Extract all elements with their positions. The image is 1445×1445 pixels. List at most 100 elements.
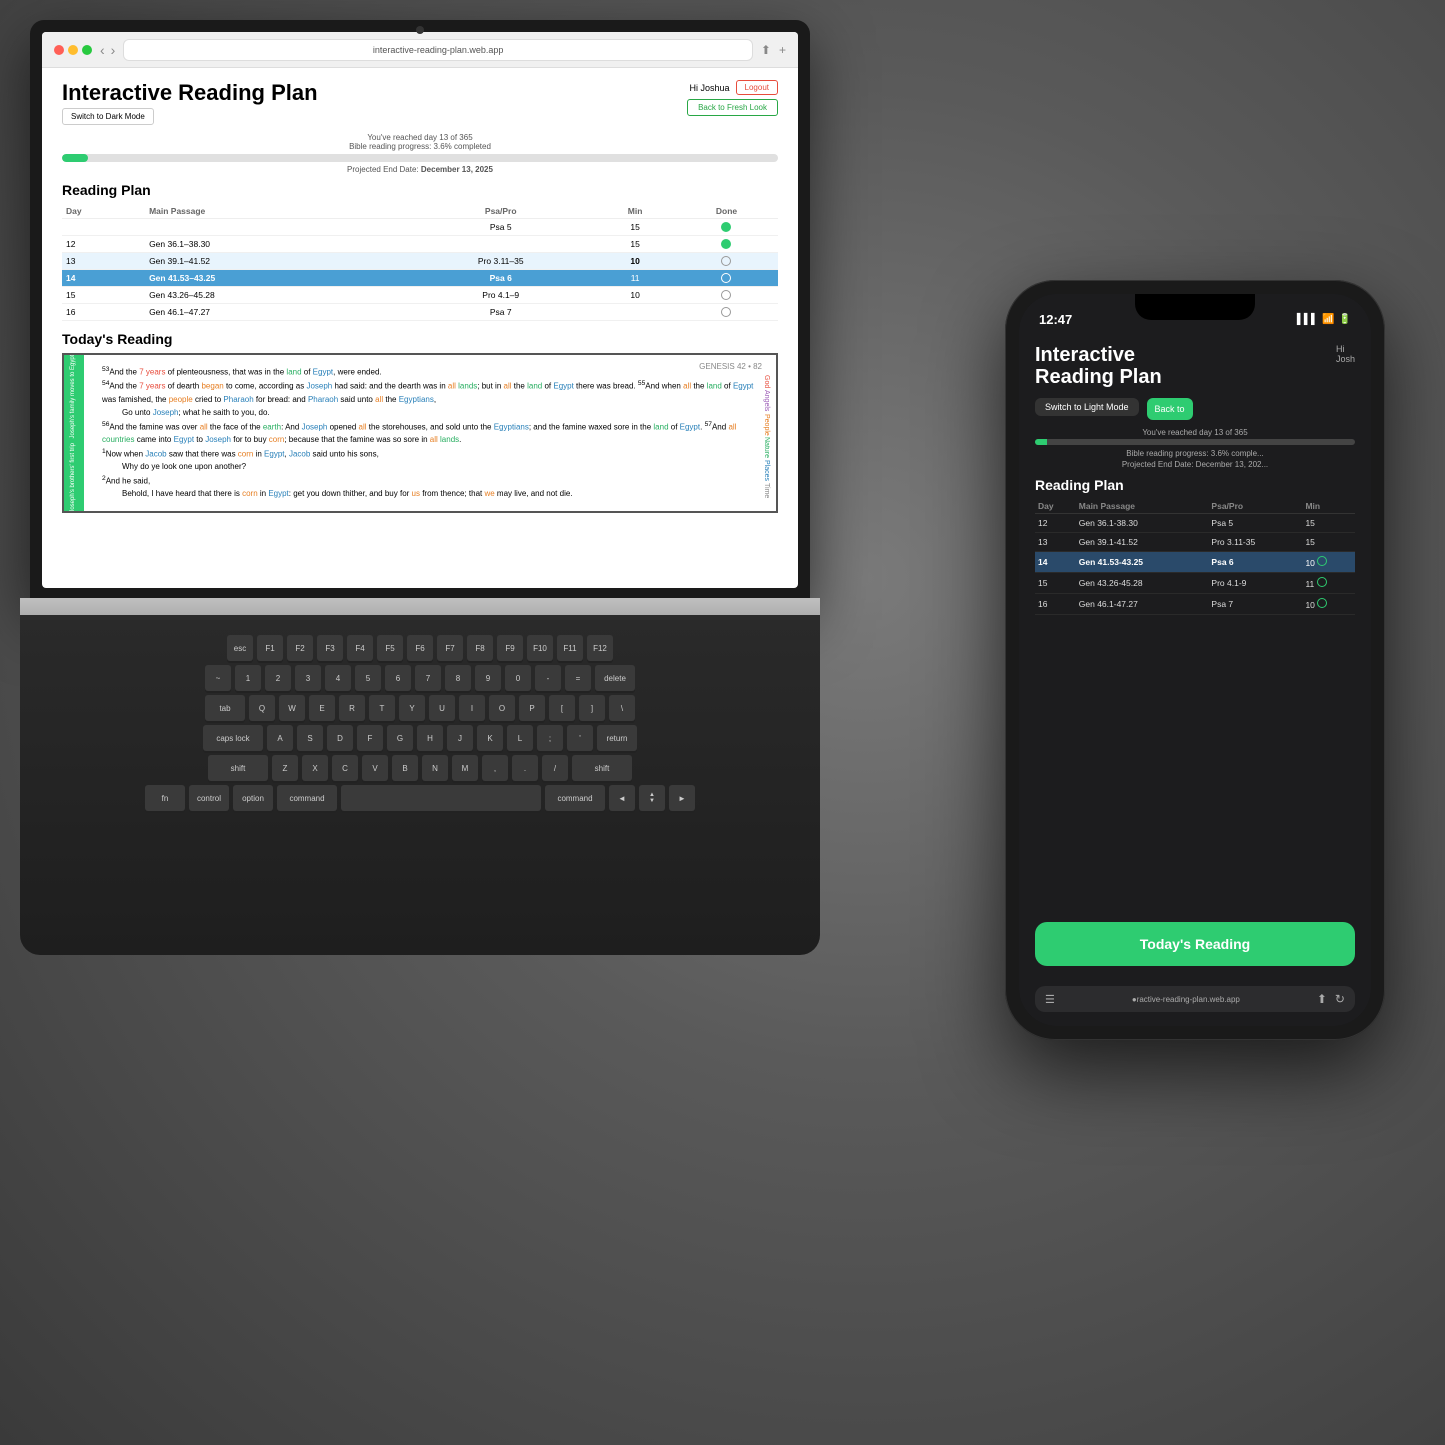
side-label-places: Places [761,460,772,481]
done-circle [721,307,731,317]
table-row: 12 Gen 36.1–38.30 15 [62,236,778,253]
app-title-area: Interactive Reading Plan Switch to Dark … [62,80,318,125]
phone-switch-mode-button[interactable]: Switch to Light Mode [1035,398,1139,416]
phone-app: 12:47 ▌▌▌ 📶 🔋 InteractiveReading Plan [1019,294,1371,1026]
minimize-window-button[interactable] [68,45,78,55]
reading-content: Joseph's family moves to Egypt! Joseph's… [62,353,778,513]
side-label-nature: Nature [761,437,772,458]
table-row-current[interactable]: 14 Gen 41.53–43.25 Psa 6 11 [62,270,778,287]
reading-plan-table: Day Main Passage Psa/Pro Min Done [62,204,778,321]
user-greeting: Hi Joshua [690,83,730,93]
side-labels-area: God Angels People Nature Places Time [761,375,772,499]
signal-icon: ▌▌▌ [1297,314,1318,325]
logout-button[interactable]: Logout [736,80,778,95]
todays-reading-button[interactable]: Today's Reading [1035,922,1355,966]
phone-progress-text: You've reached day 13 of 365 [1035,428,1355,437]
url-bar[interactable]: interactive-reading-plan.web.app [123,39,753,61]
table-row: 16 Gen 46.1–47.27 Psa 7 [62,304,778,321]
reading-verse: 2And he said, [102,474,762,488]
side-label-angels: Angels [761,390,772,411]
dark-mode-button[interactable]: Switch to Dark Mode [62,108,154,125]
phone-progress-fill [1035,439,1047,445]
laptop-camera [416,26,424,34]
app-content-area: Interactive Reading Plan Switch to Dark … [42,68,798,588]
phone-time: 12:47 [1039,312,1072,327]
reading-verse: 53And the 7 years of plenteousness, that… [102,365,762,379]
key-esc[interactable]: esc [227,635,253,661]
col-done: Done [675,204,778,219]
phone-table-row: 15 Gen 43.26-45.28 Pro 4.1-9 11 [1035,573,1355,594]
reading-verse: 54And the 7 years of dearth began to com… [102,379,762,406]
done-dot [721,222,731,232]
done-circle [721,273,731,283]
done-circle [721,290,731,300]
browser-navigation: ‹ › [100,42,115,58]
phone-refresh-icon[interactable]: ↻ [1335,992,1345,1006]
phone-projected-date: Projected End Date: December 13, 202... [1035,460,1355,469]
phone-header-right: HiJosh [1336,344,1355,364]
header-right: Hi Joshua Logout Back to Fresh Look [687,80,778,116]
phone-user-greeting: HiJosh [1336,344,1355,364]
reading-text-area: GENESIS 42 • 82 53And the 7 years of ple… [102,365,762,501]
phone-reading-table: Day Main Passage Psa/Pro Min 12 Gen 36.1… [1035,499,1355,615]
phone-browser-icons: ⬆ ↻ [1317,992,1345,1006]
reading-quote: Behold, I have heard that there is corn … [102,488,762,501]
table-row: Psa 5 15 [62,219,778,236]
phone-table-row: 16 Gen 46.1-47.27 Psa 7 10 [1035,594,1355,615]
laptop: ‹ › interactive-reading-plan.web.app ⬆ +… [20,20,840,970]
phone-col-psa: Psa/Pro [1208,499,1302,514]
phone-back-button[interactable]: Back to [1147,398,1193,420]
phone-progress-bar [1035,439,1355,445]
back-nav-icon[interactable]: ‹ [100,42,105,58]
phone: 12:47 ▌▌▌ 📶 🔋 InteractiveReading Plan [1005,280,1385,1040]
phone-bezel: 12:47 ▌▌▌ 📶 🔋 InteractiveReading Plan [1005,280,1385,1040]
phone-reading-plan-title: Reading Plan [1035,477,1355,493]
app-title: Interactive Reading Plan [62,80,318,106]
table-row: 15 Gen 43.26–45.28 Pro 4.1–9 10 [62,287,778,304]
done-dot [721,239,731,249]
laptop-screen: ‹ › interactive-reading-plan.web.app ⬆ +… [42,32,798,588]
done-circle [721,256,731,266]
strip-label-2: Joseph's brothers' first trip [69,443,79,513]
side-label-people: People [761,414,772,436]
phone-table-row-current[interactable]: 14 Gen 41.53-43.25 Psa 6 10 [1035,552,1355,573]
done-circle-phone [1317,577,1327,587]
progress-bar-fill [62,154,88,162]
reading-quote: Go unto Joseph; what he saith to you, do… [102,407,762,420]
laptop-keyboard: esc F1 F2 F3 F4 F5 F6 F7 F8 F9 F10 F11 F… [20,615,820,955]
side-label-god: God [761,375,772,388]
done-circle-phone [1317,598,1327,608]
col-psa: Psa/Pro [406,204,595,219]
col-day: Day [62,204,145,219]
progress-section: You've reached day 13 of 365 Bible readi… [62,133,778,174]
phone-share-icon[interactable]: ⬆ [1317,992,1327,1006]
maximize-window-button[interactable] [82,45,92,55]
reading-plan-section: Reading Plan Day Main Passage Psa/Pro Mi… [62,182,778,321]
side-label-time: Time [761,483,772,498]
phone-app-header: InteractiveReading Plan HiJosh [1035,344,1355,388]
phone-url-text: ●ractive-reading-plan.web.app [1132,995,1240,1004]
back-to-fresh-look-button[interactable]: Back to Fresh Look [687,99,778,116]
reading-left-strip: Joseph's family moves to Egypt! Joseph's… [64,355,84,511]
add-tab-icon[interactable]: + [779,43,786,57]
reading-quote: Why do ye look one upon another? [102,461,762,474]
keyboard-area: esc F1 F2 F3 F4 F5 F6 F7 F8 F9 F10 F11 F… [20,615,820,835]
phone-title-area: InteractiveReading Plan [1035,344,1162,388]
user-area: Hi Joshua Logout [690,80,779,95]
todays-reading-title: Today's Reading [62,331,778,347]
phone-progress-sub: Bible reading progress: 3.6% comple... [1035,449,1355,458]
chapter-label: GENESIS 42 • 82 [699,361,762,374]
phone-table-row: 13 Gen 39.1-41.52 Pro 3.11-35 15 [1035,533,1355,552]
wifi-icon: 📶 [1322,314,1334,325]
strip-label-1: Joseph's family moves to Egypt! [69,353,79,439]
phone-notch [1135,294,1255,320]
close-window-button[interactable] [54,45,64,55]
phone-col-day: Day [1035,499,1076,514]
spacebar-key[interactable] [341,785,541,811]
progress-bar [62,154,778,162]
phone-content: InteractiveReading Plan HiJosh Switch to… [1019,334,1371,1026]
browser-chrome: ‹ › interactive-reading-plan.web.app ⬆ + [42,32,798,68]
phone-menu-icon: ☰ [1045,993,1055,1006]
forward-nav-icon[interactable]: › [111,42,116,58]
phone-col-main: Main Passage [1076,499,1209,514]
